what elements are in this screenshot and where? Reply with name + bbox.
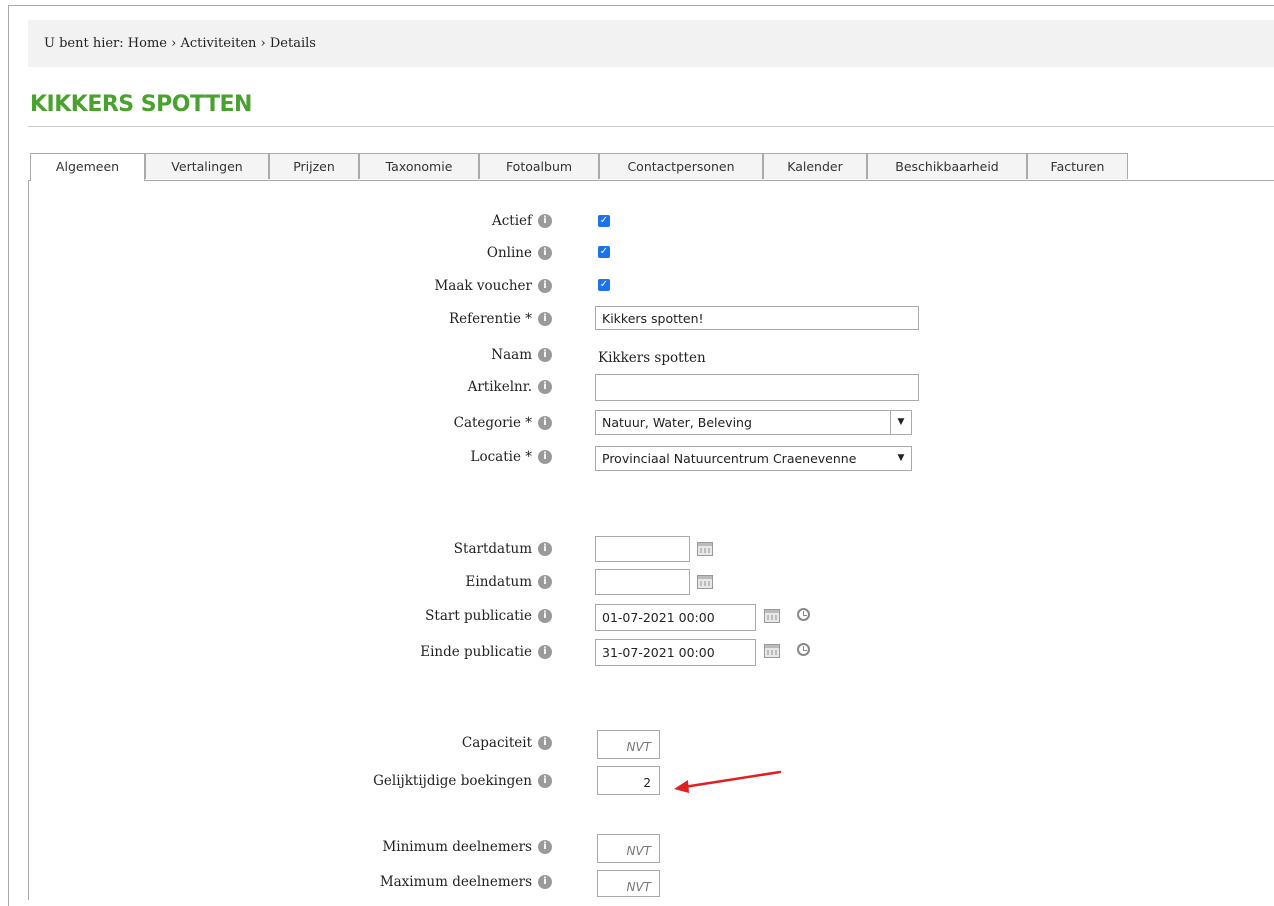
info-icon[interactable]: i — [538, 609, 552, 623]
breadcrumb-separator: › — [260, 36, 266, 51]
annotation-arrow — [674, 770, 782, 793]
field-label-locatie: Locatie * i — [471, 447, 552, 467]
breadcrumb-separator: › — [171, 36, 177, 51]
field-label-online: Online i — [487, 243, 552, 263]
field-label-referentie: Referentie * i — [449, 309, 552, 329]
tab-algemeen[interactable]: Algemeen — [30, 153, 145, 181]
categorie-select[interactable]: Natuur, Water, Beleving ▼ — [595, 410, 912, 435]
info-icon[interactable]: i — [538, 575, 552, 589]
tab-contactpersonen[interactable]: Contactpersonen — [599, 153, 763, 179]
clock-icon[interactable] — [797, 643, 810, 656]
field-label-maak-voucher: Maak voucher i — [434, 276, 552, 296]
title-divider — [28, 126, 1274, 127]
field-label-artikelnr: Artikelnr. i — [468, 377, 552, 397]
artikelnr-input[interactable] — [595, 374, 919, 401]
field-label-gelijktijdige-boekingen: Gelijktijdige boekingen i — [373, 771, 552, 791]
chevron-down-icon[interactable]: ▼ — [890, 411, 911, 434]
tab-prijzen[interactable]: Prijzen — [269, 153, 359, 179]
einde-publicatie-input[interactable] — [595, 639, 756, 666]
field-label-categorie: Categorie * i — [454, 413, 552, 433]
clock-icon[interactable] — [797, 608, 810, 621]
info-icon[interactable]: i — [538, 214, 552, 228]
tab-beschikbaarheid[interactable]: Beschikbaarheid — [867, 153, 1027, 179]
info-icon[interactable]: i — [538, 348, 552, 362]
locatie-select[interactable]: Provinciaal Natuurcentrum Craenevenne ▼ — [595, 446, 912, 471]
categorie-selected-value: Natuur, Water, Beleving — [602, 415, 752, 430]
naam-value: Kikkers spotten — [598, 350, 706, 366]
start-publicatie-input[interactable] — [595, 604, 756, 631]
info-icon[interactable]: i — [538, 736, 552, 750]
referentie-input[interactable] — [595, 306, 919, 330]
info-icon[interactable]: i — [538, 840, 552, 854]
field-label-eindatum: Eindatum i — [466, 572, 552, 592]
breadcrumb: U bent hier: Home › Activiteiten › Detai… — [28, 20, 1274, 67]
online-checkbox[interactable]: ✓ — [598, 246, 610, 258]
tab-bar: Algemeen Vertalingen Prijzen Taxonomie F… — [28, 153, 1274, 181]
gelijktijdige-boekingen-input[interactable]: 2 — [597, 766, 660, 795]
calendar-icon[interactable] — [697, 542, 713, 556]
info-icon[interactable]: i — [538, 312, 552, 326]
field-label-start-publicatie: Start publicatie i — [425, 606, 552, 626]
breadcrumb-prefix: U bent hier: — [44, 36, 124, 51]
tab-facturen[interactable]: Facturen — [1027, 153, 1128, 179]
field-label-naam: Naam i — [491, 345, 552, 365]
breadcrumb-item-home[interactable]: Home — [128, 36, 167, 51]
tab-kalender[interactable]: Kalender — [763, 153, 867, 179]
calendar-icon[interactable] — [697, 575, 713, 589]
page-title: KIKKERS SPOTTEN — [30, 92, 252, 117]
tab-taxonomie[interactable]: Taxonomie — [359, 153, 479, 179]
info-icon[interactable]: i — [538, 875, 552, 889]
tab-vertalingen[interactable]: Vertalingen — [145, 153, 269, 179]
field-label-maximum-deelnemers: Maximum deelnemers i — [380, 872, 552, 892]
field-label-capaciteit: Capaciteit i — [462, 733, 552, 753]
tab-fotoalbum[interactable]: Fotoalbum — [479, 153, 599, 179]
info-icon[interactable]: i — [538, 246, 552, 260]
info-icon[interactable]: i — [538, 279, 552, 293]
info-icon[interactable]: i — [538, 380, 552, 394]
info-icon[interactable]: i — [538, 542, 552, 556]
field-label-einde-publicatie: Einde publicatie i — [420, 642, 552, 662]
chevron-down-icon[interactable]: ▼ — [891, 447, 911, 470]
info-icon[interactable]: i — [538, 450, 552, 464]
info-icon[interactable]: i — [538, 645, 552, 659]
maak-voucher-checkbox[interactable]: ✓ — [598, 279, 610, 291]
startdatum-input[interactable] — [595, 536, 690, 562]
capaciteit-input[interactable]: NVT — [597, 730, 660, 759]
breadcrumb-item-details: Details — [269, 36, 316, 51]
info-icon[interactable]: i — [538, 416, 552, 430]
eindatum-input[interactable] — [595, 569, 690, 595]
actief-checkbox[interactable]: ✓ — [598, 215, 610, 227]
info-icon[interactable]: i — [538, 774, 552, 788]
field-label-actief: Actief i — [492, 211, 552, 231]
calendar-icon[interactable] — [764, 609, 780, 623]
field-label-startdatum: Startdatum i — [454, 539, 552, 559]
locatie-selected-value: Provinciaal Natuurcentrum Craenevenne — [602, 451, 857, 466]
maximum-deelnemers-input[interactable]: NVT — [597, 870, 660, 897]
field-label-minimum-deelnemers: Minimum deelnemers i — [382, 837, 552, 857]
breadcrumb-item-activiteiten[interactable]: Activiteiten — [180, 36, 256, 51]
calendar-icon[interactable] — [764, 644, 780, 658]
minimum-deelnemers-input[interactable]: NVT — [597, 834, 660, 863]
